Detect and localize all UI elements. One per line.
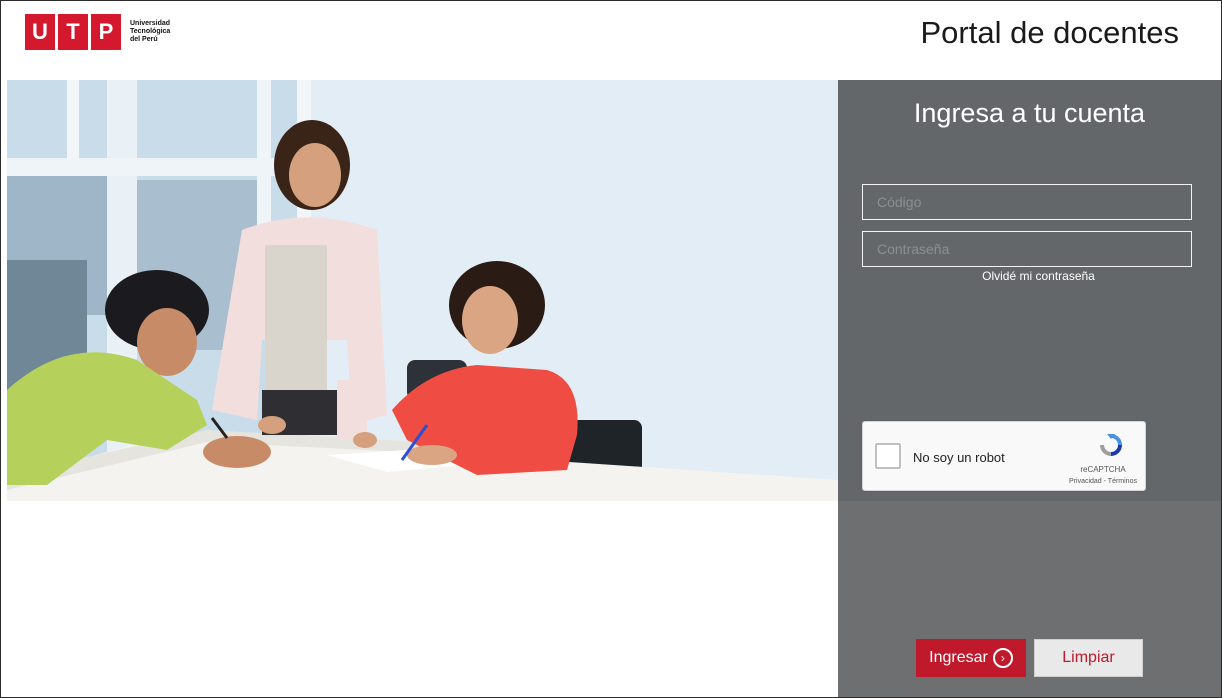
page-frame: U T P Universidad Tecnológica del Perú P… [0, 0, 1222, 698]
logo-line-3: del Perú [130, 36, 158, 43]
portal-title: Portal de docentes [920, 15, 1179, 50]
header: U T P Universidad Tecnológica del Perú P… [1, 1, 1221, 80]
logo-line-1: Universidad [130, 20, 171, 27]
recaptcha-logo-icon [1100, 434, 1122, 456]
chevron-right-circle-icon: › [992, 648, 1013, 668]
hero-photo [7, 80, 838, 501]
recaptcha-widget: No soy un robot reCAPTCHA Privacidad - T… [862, 421, 1146, 491]
utp-logo[interactable]: U T P Universidad Tecnológica del Perú [25, 14, 170, 50]
password-input[interactable] [862, 231, 1192, 267]
recaptcha-label: No soy un robot [913, 450, 1005, 465]
clear-button[interactable]: Limpiar [1034, 639, 1143, 677]
classroom-photo [7, 80, 838, 501]
code-input[interactable] [862, 184, 1192, 220]
login-panel: Ingresa a tu cuenta Olvidé mi contraseña… [838, 80, 1221, 697]
recaptcha-brand: reCAPTCHA [1080, 465, 1126, 474]
logo-letter-p: P [91, 14, 121, 50]
submit-button[interactable]: Ingresar › [916, 639, 1026, 677]
logo-university-name: Universidad Tecnológica del Perú [130, 20, 170, 44]
logo-letter-u: U [25, 14, 55, 50]
logo-line-2: Tecnológica [130, 28, 171, 35]
recaptcha-checkbox[interactable] [875, 443, 901, 469]
recaptcha-links[interactable]: Privacidad - Términos [1058, 478, 1148, 485]
submit-label: Ingresar [929, 649, 988, 666]
logo-letter-t: T [58, 14, 88, 50]
login-title: Ingresa a tu cuenta [913, 98, 1146, 128]
forgot-password-link[interactable]: Olvidé mi contraseña [862, 269, 1215, 283]
